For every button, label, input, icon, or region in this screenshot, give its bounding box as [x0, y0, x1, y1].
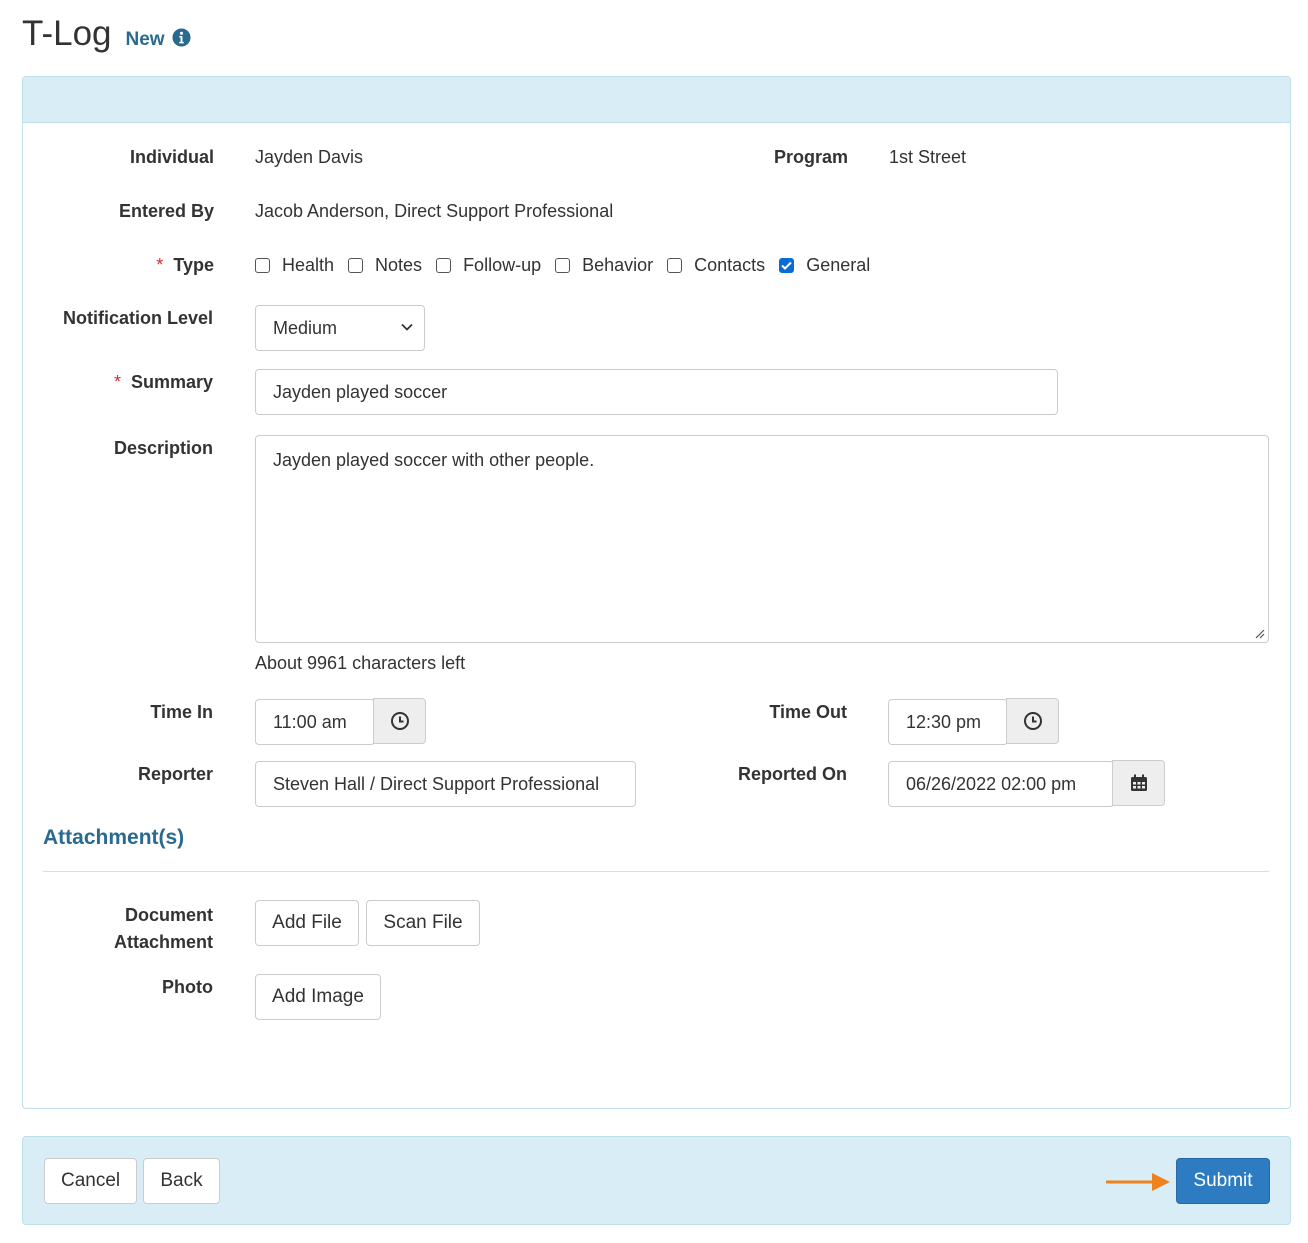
- reported-on-label: Reported On: [737, 764, 847, 784]
- required-mark: *: [113, 372, 121, 392]
- type-label: * Type: [156, 255, 214, 275]
- time-out-button[interactable]: [1006, 698, 1059, 744]
- summary-label: * Summary: [113, 372, 213, 392]
- clock-icon: [1023, 712, 1042, 730]
- characters-left-text: About 9961 characters left: [255, 653, 466, 673]
- scan-file-button[interactable]: Scan File: [366, 900, 480, 946]
- notification-level-select[interactable]: Medium: [255, 305, 425, 351]
- back-button[interactable]: Back: [143, 1158, 220, 1204]
- reported-on-button[interactable]: [1112, 760, 1165, 806]
- description-textarea[interactable]: Jayden played soccer with other people.: [255, 435, 1269, 643]
- add-file-button[interactable]: Add File: [255, 900, 359, 946]
- reporter-label: Reporter: [137, 764, 213, 784]
- time-in-label: Time In: [150, 702, 213, 722]
- document-attachment-label: Document Attachment: [113, 905, 213, 952]
- type-option-behavior[interactable]: Behavior: [555, 255, 653, 276]
- checkmark-icon: [781, 261, 792, 270]
- clock-icon: [390, 712, 409, 730]
- chevron-down-icon: [401, 323, 413, 331]
- cancel-button[interactable]: Cancel: [44, 1158, 137, 1204]
- reported-on-picker: 06/26/2022 02:00 pm: [888, 760, 1165, 807]
- type-option-follow-up[interactable]: Follow-up: [436, 255, 541, 276]
- calendar-icon: [1130, 774, 1147, 791]
- entered-by-value: Jacob Anderson, Direct Support Professio…: [255, 201, 614, 221]
- time-out-label: Time Out: [769, 702, 847, 722]
- program-label: Program: [773, 147, 848, 167]
- arrow-right-icon: [1106, 1173, 1170, 1191]
- type-option-contacts[interactable]: Contacts: [667, 255, 765, 276]
- type-option-notes[interactable]: Notes: [348, 255, 422, 276]
- info-circle-icon[interactable]: [172, 28, 191, 47]
- entered-by-label: Entered By: [118, 201, 214, 221]
- checkbox[interactable]: [436, 257, 452, 273]
- individual-value: Jayden Davis: [255, 147, 364, 167]
- photo-label: Photo: [162, 977, 213, 997]
- submit-button[interactable]: Submit: [1176, 1158, 1270, 1204]
- checkbox-checked[interactable]: [779, 257, 795, 273]
- divider: [43, 871, 1269, 872]
- reporter-input[interactable]: Steven Hall / Direct Support Professiona…: [255, 761, 636, 807]
- time-in-picker: 11:00 am: [255, 698, 426, 745]
- required-mark: *: [156, 255, 164, 275]
- form-footer: Cancel Back Submit: [22, 1136, 1291, 1225]
- type-option-general[interactable]: General: [779, 255, 870, 276]
- time-in-input[interactable]: 11:00 am: [255, 699, 375, 745]
- type-checkbox-group: Health Notes Follow-up Behavior Contacts…: [255, 252, 884, 278]
- individual-label: Individual: [129, 147, 214, 167]
- checkbox[interactable]: [255, 257, 270, 273]
- time-out-picker: 12:30 pm: [888, 698, 1059, 745]
- panel-header: [23, 77, 1290, 123]
- checkbox[interactable]: [667, 257, 683, 273]
- checkbox[interactable]: [348, 257, 364, 273]
- page-title: T-Log: [22, 14, 112, 53]
- notification-level-label: Notification Level: [62, 308, 213, 328]
- time-in-button[interactable]: [373, 698, 426, 744]
- reported-on-input[interactable]: 06/26/2022 02:00 pm: [888, 761, 1114, 807]
- summary-input[interactable]: Jayden played soccer: [255, 369, 1058, 415]
- description-label: Description: [113, 438, 213, 458]
- attachments-title: Attachment(s): [43, 826, 185, 849]
- add-image-button[interactable]: Add Image: [255, 974, 381, 1020]
- checkbox[interactable]: [555, 257, 571, 273]
- type-option-health[interactable]: Health: [255, 255, 334, 276]
- page-header: T-Log New: [22, 14, 191, 64]
- page-subtitle: New: [125, 29, 165, 50]
- resize-handle-icon[interactable]: [1253, 627, 1265, 639]
- program-value: 1st Street: [889, 147, 967, 167]
- time-out-input[interactable]: 12:30 pm: [888, 699, 1008, 745]
